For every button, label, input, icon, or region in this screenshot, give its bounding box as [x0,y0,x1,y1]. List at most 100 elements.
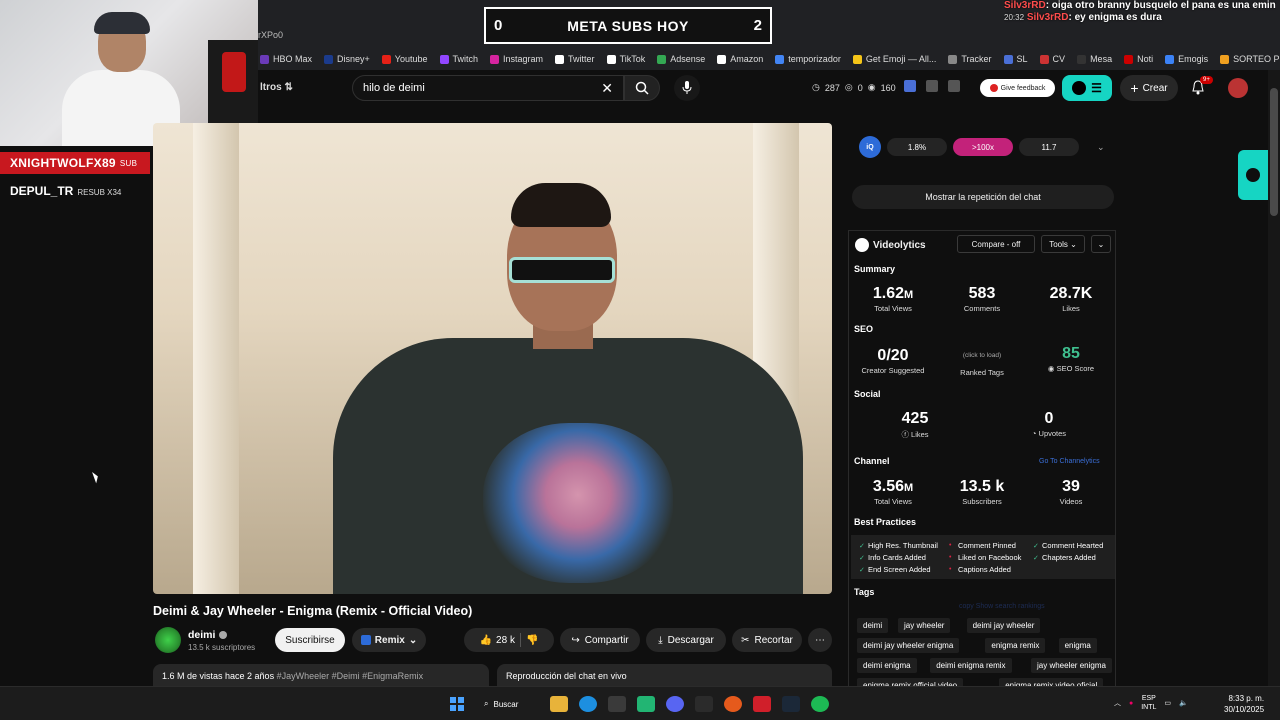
dislike-button[interactable]: 👎 [526,635,538,646]
tab-title[interactable]: rXPo0 [258,30,283,40]
channel-name[interactable]: deimi [188,629,228,641]
bookmark-item[interactable]: Emogis [1165,54,1208,64]
language-indicator[interactable]: ESP INTL [1141,694,1156,712]
windows-start-icon[interactable] [450,697,464,711]
like-button[interactable]: 👍 28 k [480,635,515,646]
bookmark-item[interactable]: Mesa [1077,54,1112,64]
tag-chip[interactable]: deimi jay wheeler [966,618,1041,633]
vidiq-menu-button[interactable]: ☰ [1062,75,1112,101]
more-actions-button[interactable]: ⋯ [808,628,832,652]
video-scene-hair [511,183,611,227]
stat-pill-engagement[interactable]: 1.8% [887,138,947,156]
bookmark-item[interactable]: HBO Max [260,54,312,64]
tag-chip[interactable]: deimi jay wheeler enigma [857,638,960,653]
bookmark-item[interactable]: Tracker [948,54,992,64]
bookmark-item[interactable]: Get Emoji — All... [852,54,936,64]
video-scene-sunglasses [509,257,615,283]
bookmark-item[interactable]: Adsense [657,54,705,64]
whatsapp-icon[interactable] [637,696,655,712]
stat-pill-multiplier[interactable]: >100x [953,138,1013,156]
tag-chip[interactable]: enigma [1058,638,1097,653]
collapse-button[interactable]: ⌄ [1091,235,1111,253]
network-icon[interactable]: ▭ [1164,699,1171,707]
create-button[interactable]: + Crear [1120,75,1178,101]
microphone-icon[interactable]: ● [1129,700,1133,707]
share-icon: ↪ [571,634,580,646]
trophy-icon[interactable] [948,80,960,92]
video-player[interactable] [153,123,832,594]
bookmark-icon [717,54,727,64]
bookmark-item[interactable]: SORTEO PICKER [1220,54,1280,64]
bookmark-item[interactable]: Disney+ [324,54,370,64]
bookmark-item[interactable]: Youtube [381,54,428,64]
stat-pill-score[interactable]: 11.7 [1019,138,1079,156]
channelytics-link[interactable]: Go To Channelytics [1039,458,1100,465]
download-button[interactable]: ⤓ Descargar [646,628,726,652]
give-feedback-button[interactable]: Give feedback [980,79,1055,97]
bookmark-item[interactable]: TikTok [606,54,645,64]
seo-ranked-tags[interactable]: (click to load) Ranked Tags [938,347,1026,377]
subscribe-button[interactable]: Suscribirse [275,628,345,652]
seo-score: 85 ◉ SEO Score [1047,345,1095,373]
bookmark-item[interactable]: CV [1039,54,1065,64]
spotify-icon[interactable] [811,696,829,712]
chevron-down-icon[interactable]: ⌄ [1097,142,1105,153]
best-practice-item: ✓ End Screen Added [859,565,931,574]
bookmark-item[interactable]: Noti [1124,54,1153,64]
clear-search-icon[interactable]: ✕ [601,80,613,97]
divider [519,633,521,647]
app-icon[interactable] [753,696,771,712]
summary-likes: 28.7K Likes [1049,285,1093,313]
remix-icon [360,635,371,645]
show-chat-replay-button[interactable]: Mostrar la repetición del chat [852,185,1114,209]
bookmark-item[interactable]: Instagram [490,54,543,64]
remix-button[interactable]: Remix ⌄ [352,628,426,652]
scrollbar-thumb[interactable] [1270,88,1278,216]
share-button[interactable]: ↪ Compartir [560,628,640,652]
bookmark-item[interactable]: Twitch [439,54,478,64]
channel-subscribers: 13.5 k suscriptores [188,643,256,652]
bookmark-item[interactable]: Twitter [555,54,595,64]
search-button[interactable] [624,75,660,101]
tag-chip[interactable]: deimi enigma [857,658,917,673]
tag-tools[interactable]: copy Show search rankings [959,603,1045,610]
search-icon: ⌕ [484,699,489,708]
channel-avatar[interactable] [155,627,181,653]
search-input[interactable]: hilo de deimi ✕ [352,75,624,101]
epic-games-icon[interactable] [695,696,713,712]
compare-toggle[interactable]: Compare - off [957,235,1035,253]
edge-icon[interactable] [579,696,597,712]
bookmark-item[interactable]: Amazon [717,54,763,64]
user-avatar[interactable] [1228,78,1248,98]
bookmark-icon [1220,54,1230,64]
tools-dropdown[interactable]: Tools ⌄ [1041,235,1085,253]
microphone-icon [682,81,692,94]
tag-chip[interactable]: enigma remix [985,638,1046,653]
taskbar-apps [550,696,829,712]
discord-icon[interactable] [666,696,684,712]
file-explorer-icon[interactable] [550,696,568,712]
tag-chip[interactable]: jay wheeler enigma [1031,658,1112,673]
tag-chip[interactable]: deimi [857,618,889,633]
video-scene-column [193,123,239,594]
volume-icon[interactable]: 🔈 [1179,699,1188,707]
capcut-icon[interactable] [608,696,626,712]
taskbar-search[interactable]: ⌕ Buscar [484,694,544,714]
voice-search-button[interactable] [674,75,700,101]
filters-button[interactable]: ltros ⇅ [260,82,293,93]
brave-icon[interactable] [724,696,742,712]
vidiq-logo-icon[interactable]: iQ [859,136,881,158]
extension-icon[interactable] [904,80,916,92]
clip-button[interactable]: ✂ Recortar [732,628,802,652]
taskbar-clock[interactable]: 8:33 p. m. 30/10/2025 [1224,693,1264,715]
bookmark-item[interactable]: temporizador [775,54,841,64]
seo-label: SEO [854,324,874,334]
list-icon[interactable] [926,80,938,92]
steam-icon[interactable] [782,696,800,712]
bookmark-item[interactable]: SL [1003,54,1028,64]
tag-chip[interactable]: deimi enigma remix [930,658,1012,673]
vidiq-side-tab[interactable] [1238,150,1268,200]
tag-chip[interactable]: jay wheeler [898,618,951,633]
description-box[interactable]: 1.6 M de vistas hace 2 años #JayWheeler … [153,664,489,688]
chevron-up-icon[interactable]: ︿ [1114,698,1121,708]
